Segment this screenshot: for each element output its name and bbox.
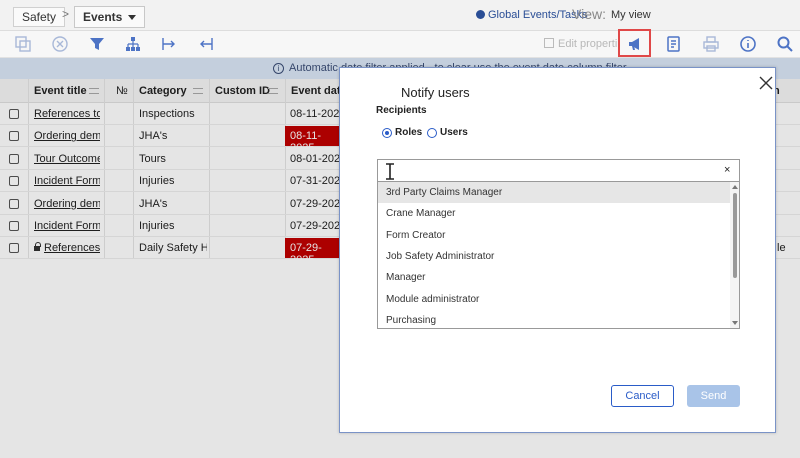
info-icon[interactable] — [739, 35, 757, 53]
toolbar: Edit properti... — [0, 31, 800, 58]
close-icon[interactable] — [758, 75, 774, 91]
hierarchy-icon[interactable] — [124, 35, 142, 53]
role-option[interactable]: 3rd Party Claims Manager — [378, 182, 730, 203]
dialog-title: Notify users — [401, 85, 470, 100]
role-option[interactable]: Purchasing — [378, 310, 730, 328]
breadcrumb-separator: > — [62, 7, 70, 21]
send-button[interactable]: Send — [687, 385, 740, 407]
edit-properties-button[interactable]: Edit properti... — [544, 38, 626, 50]
cancel-icon[interactable] — [51, 35, 69, 53]
dropdown-scrollbar[interactable] — [730, 182, 739, 328]
print-icon[interactable] — [702, 35, 720, 53]
breadcrumb-events-label: Events — [83, 10, 123, 24]
form-icon[interactable] — [665, 35, 683, 53]
megaphone-icon — [629, 38, 639, 50]
scroll-down-icon[interactable] — [732, 321, 738, 325]
role-option[interactable]: Manager — [378, 267, 730, 288]
pencil-icon — [544, 38, 554, 48]
top-nav-bar: Safety > Events Global Events/Tasks View… — [0, 0, 800, 31]
radio-roles[interactable] — [382, 128, 392, 138]
scroll-up-icon[interactable] — [732, 185, 738, 189]
breadcrumb-events-dropdown[interactable]: Events — [74, 6, 146, 28]
radio-roles-label[interactable]: Roles — [395, 127, 422, 138]
notify-users-button[interactable] — [618, 29, 651, 57]
role-option[interactable]: Crane Manager — [378, 203, 730, 224]
radio-users-label[interactable]: Users — [440, 127, 468, 138]
edit-properties-label: Edit properti... — [558, 38, 627, 50]
view-selector[interactable]: My view — [611, 9, 651, 21]
radio-users[interactable] — [427, 128, 437, 138]
clear-selection-button[interactable]: × — [724, 164, 730, 176]
breadcrumb-safety[interactable]: Safety — [13, 7, 66, 27]
cancel-button[interactable]: Cancel — [611, 385, 674, 407]
group-icon[interactable] — [14, 35, 32, 53]
recipients-label: Recipients — [376, 105, 427, 116]
view-label: View: — [572, 6, 606, 22]
text-cursor-icon — [385, 163, 395, 180]
global-events-link[interactable]: Global Events/Tasks — [476, 9, 588, 21]
recipient-search-input[interactable]: × — [377, 159, 740, 182]
role-option[interactable]: Module administrator — [378, 289, 730, 310]
search-icon[interactable] — [776, 35, 794, 53]
export-icon[interactable] — [160, 35, 178, 53]
filter-icon[interactable] — [88, 35, 106, 53]
notify-users-dialog: Notify users Recipients Roles Users × 3r… — [339, 67, 776, 433]
roles-dropdown-list: 3rd Party Claims Manager Crane Manager For… — [377, 182, 740, 329]
globe-icon — [476, 10, 485, 19]
import-icon[interactable] — [197, 35, 215, 53]
role-option[interactable]: Job Safety Administrator — [378, 246, 730, 267]
role-option[interactable]: Form Creator — [378, 225, 730, 246]
chevron-down-icon — [128, 15, 137, 21]
scrollbar-thumb[interactable] — [733, 193, 737, 278]
